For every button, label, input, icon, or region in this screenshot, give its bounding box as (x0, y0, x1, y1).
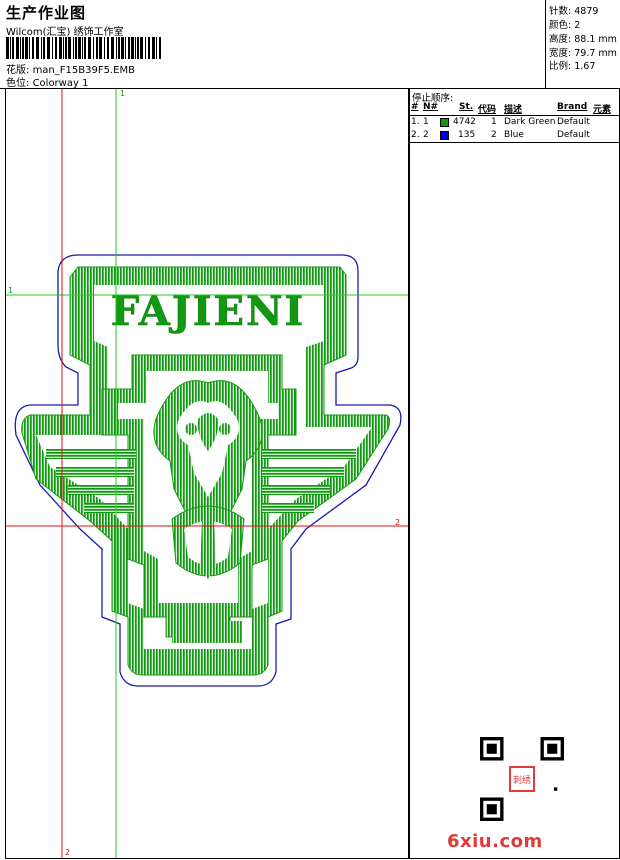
col-n: N# (423, 102, 439, 112)
table-header: # N# St. 代码 描述 Brand 元素 (409, 101, 619, 116)
guide-label-red-bottom: 2 (65, 848, 70, 857)
color-swatch (440, 118, 449, 127)
table-row: 2. 2 135 2 Blue Default (411, 130, 590, 140)
guide-label-green-top: 1 (120, 89, 125, 98)
guide-label-red-right: 2 (395, 518, 400, 527)
col-index: # (411, 102, 419, 112)
color-swatch (440, 131, 449, 140)
page-title: 生产作业图 (6, 4, 87, 22)
colorway-label: 色位: (6, 78, 30, 89)
barcode (6, 37, 161, 59)
colorway-value: Colorway 1 (32, 78, 89, 89)
stat-height: 高度: 88.1 mm (549, 34, 617, 45)
stat-scale: 比例: 1.67 (549, 61, 596, 72)
watermark-site: 6xiu.com (447, 831, 543, 852)
col-code: 代码 (478, 105, 497, 115)
stop-sequence-panel: 停止顺序: # N# St. 代码 描述 Brand 元素 1. 1 4742 … (408, 89, 620, 859)
stripe-block (172, 621, 242, 643)
design-preview: FAJIENI 1 1 2 2 (6, 89, 409, 858)
stat-colors: 颜色: 2 (549, 20, 581, 31)
stats-panel: 针数: 4879 颜色: 2 高度: 88.1 mm 宽度: 79.7 mm 比… (545, 0, 620, 88)
table-divider (409, 142, 619, 143)
qr-code: 刺绣 (480, 737, 564, 821)
col-desc: 描述 (504, 105, 523, 115)
stat-width: 宽度: 79.7 mm (549, 48, 617, 59)
col-stitches: St. (459, 102, 474, 112)
design-canvas: FAJIENI 1 1 2 2 (5, 89, 410, 859)
col-element: 元素 (593, 105, 612, 115)
seal-text: 刺绣 (513, 774, 531, 786)
colorway: 色位: Colorway 1 (6, 74, 88, 89)
guide-label-green-left: 1 (8, 286, 13, 295)
stat-stitches: 针数: 4879 (549, 6, 599, 17)
company-name: Wilcom(汇宝) 绣饰工作室 (6, 27, 124, 38)
col-brand: Brand (557, 102, 588, 112)
header: 生产作业图 Wilcom(汇宝) 绣饰工作室 花版: man_F15B39F5.… (0, 0, 620, 89)
table-row: 1. 1 4742 1 Dark Green Default (411, 117, 590, 127)
